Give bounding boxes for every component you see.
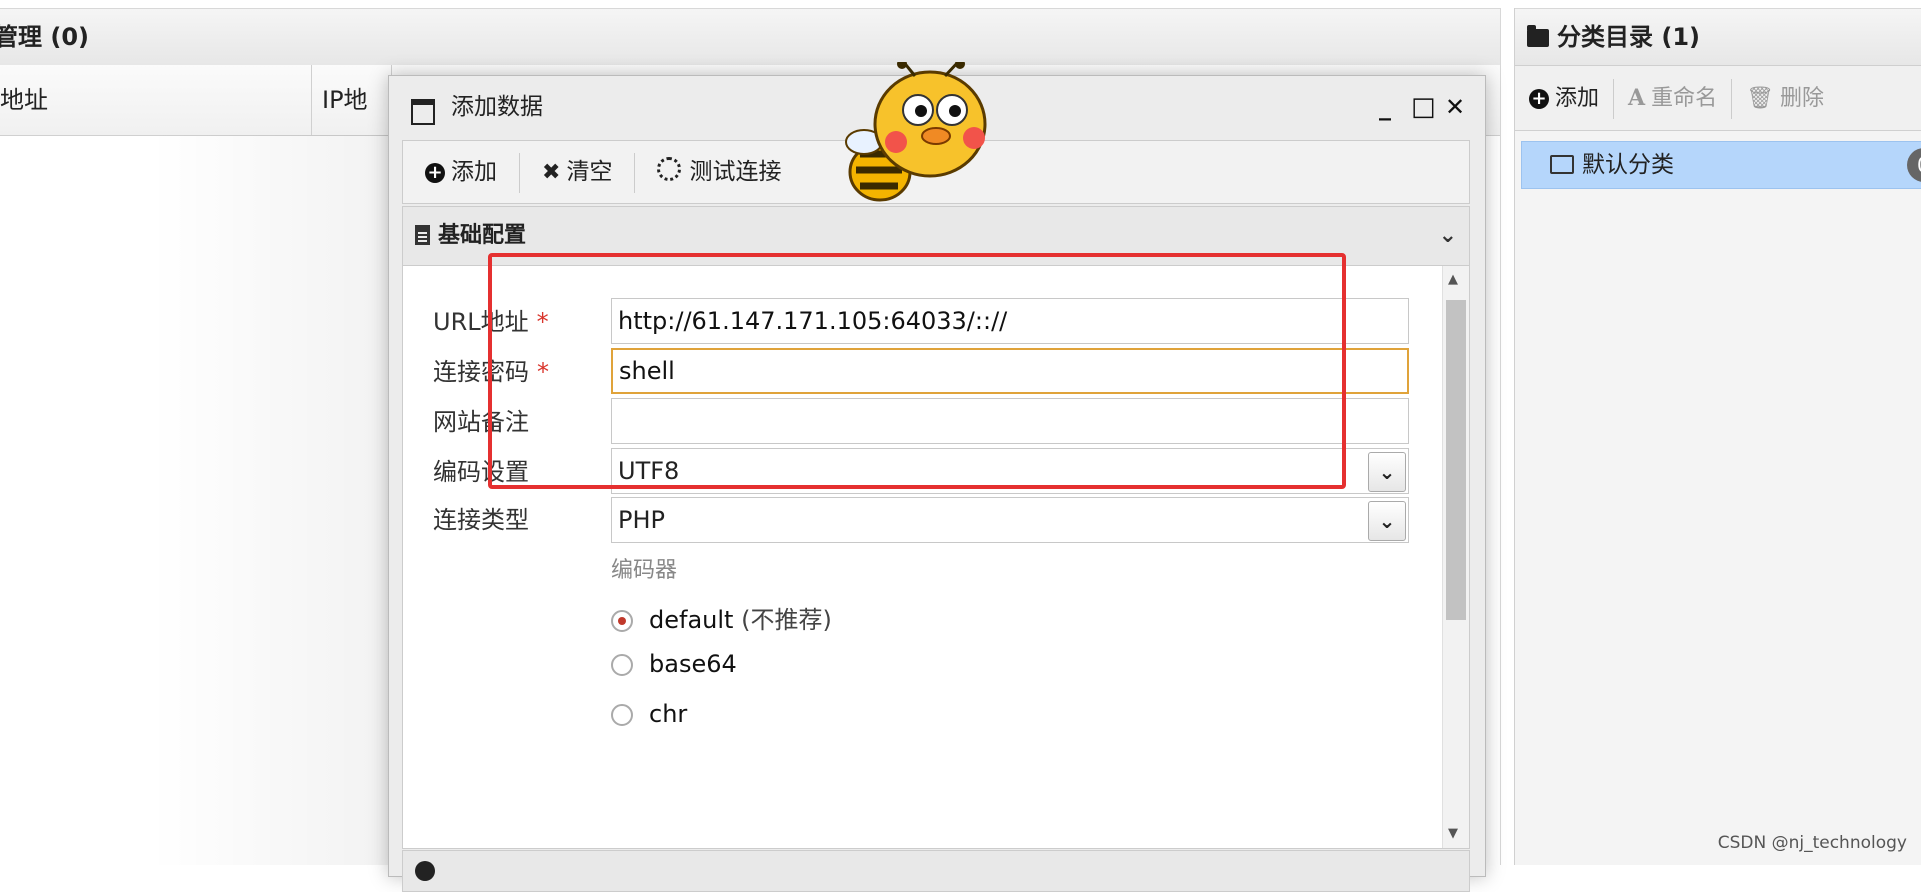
chevron-down-icon[interactable]: ⌄ xyxy=(1439,207,1457,265)
plus-circle-icon: + xyxy=(1529,89,1549,109)
category-add-label: 添加 xyxy=(1555,86,1600,111)
spinner-icon xyxy=(657,157,682,181)
trash-icon: 🗑 xyxy=(1746,86,1775,111)
scroll-up-icon[interactable]: ▲ xyxy=(1448,272,1458,287)
plus-circle-icon: + xyxy=(425,163,445,183)
connection-type-value: PHP xyxy=(618,506,665,534)
category-rename-button[interactable]: A 重命名 xyxy=(1614,66,1731,131)
category-item-label: 默认分类 xyxy=(1582,152,1674,178)
request-info-section-header[interactable] xyxy=(402,850,1470,892)
dialog-title: 添加数据 xyxy=(451,94,543,120)
encoder-option-base64[interactable]: base64 xyxy=(611,650,737,678)
encoder-option-note: (不推荐) xyxy=(741,606,832,634)
column-header-address[interactable]: 地址 xyxy=(0,65,312,135)
category-add-button[interactable]: + 添加 xyxy=(1515,67,1613,131)
category-title: 分类目录 (1) xyxy=(1557,23,1700,51)
bee-mascot-image xyxy=(845,62,987,202)
radio-button[interactable] xyxy=(611,704,633,726)
encoder-title: 编码器 xyxy=(611,558,678,583)
add-label: 添加 xyxy=(451,159,497,185)
panel-shade xyxy=(150,135,390,865)
test-connection-label: 测试连接 xyxy=(689,159,782,185)
category-rename-label: 重命名 xyxy=(1651,86,1718,111)
encoder-option-label: chr xyxy=(649,700,688,728)
encoder-option-default[interactable]: default (不推荐) xyxy=(611,600,832,635)
info-icon xyxy=(415,861,435,881)
close-icon[interactable]: ✕ xyxy=(1445,76,1465,138)
folder-outline-icon xyxy=(1550,155,1574,174)
folder-icon xyxy=(1527,25,1549,47)
x-icon: ✖ xyxy=(542,160,561,185)
panel-title: 管理 (0) xyxy=(0,23,89,51)
chevron-down-icon[interactable]: ⌄ xyxy=(1368,501,1406,541)
column-header-ip[interactable]: IP地 xyxy=(312,65,392,135)
minimize-icon[interactable]: _ xyxy=(1379,76,1391,138)
add-button[interactable]: + 添加 xyxy=(403,141,519,203)
encoder-option-chr[interactable]: chr xyxy=(611,700,687,728)
count-badge: 0 xyxy=(1907,148,1921,182)
test-connection-button[interactable]: 测试连接 xyxy=(635,141,803,203)
connection-type-label: 连接类型 xyxy=(433,506,529,534)
scroll-down-icon[interactable]: ▼ xyxy=(1448,826,1458,841)
connection-type-select[interactable]: PHP ⌄ xyxy=(611,497,1409,543)
watermark: CSDN @nj_technology xyxy=(1717,833,1907,853)
radio-button[interactable] xyxy=(611,610,633,632)
category-delete-button[interactable]: 🗑 删除 xyxy=(1732,67,1838,131)
highlight-box xyxy=(488,253,1346,489)
clear-label: 清空 xyxy=(566,159,613,185)
category-item-default[interactable]: 默认分类 0 xyxy=(1521,141,1921,189)
clear-button[interactable]: ✖ 清空 xyxy=(520,141,634,204)
font-icon: A xyxy=(1628,85,1646,111)
encoder-option-label: default xyxy=(649,606,734,634)
chevron-down-icon[interactable]: ⌄ xyxy=(1368,452,1406,492)
encoder-option-label: base64 xyxy=(649,650,737,678)
form-scrollbar[interactable]: ▲ ▼ xyxy=(1442,266,1469,848)
category-panel: 分类目录 (1) +添加A重命名🗑删除 默认分类 0 xyxy=(1514,8,1921,865)
radio-button[interactable] xyxy=(611,654,633,676)
section-title: 基础配置 xyxy=(438,223,527,248)
category-header: 分类目录 (1) xyxy=(1515,8,1921,66)
scrollbar-thumb[interactable] xyxy=(1446,300,1466,620)
window-icon xyxy=(411,99,435,125)
maximize-icon[interactable]: □ xyxy=(1411,76,1436,138)
document-icon xyxy=(415,225,430,245)
panel-header: 管理 (0) xyxy=(0,8,1500,66)
category-toolbar: + 添加 A 重命名 🗑 删除 xyxy=(1515,66,1921,131)
category-delete-label: 删除 xyxy=(1780,86,1825,111)
